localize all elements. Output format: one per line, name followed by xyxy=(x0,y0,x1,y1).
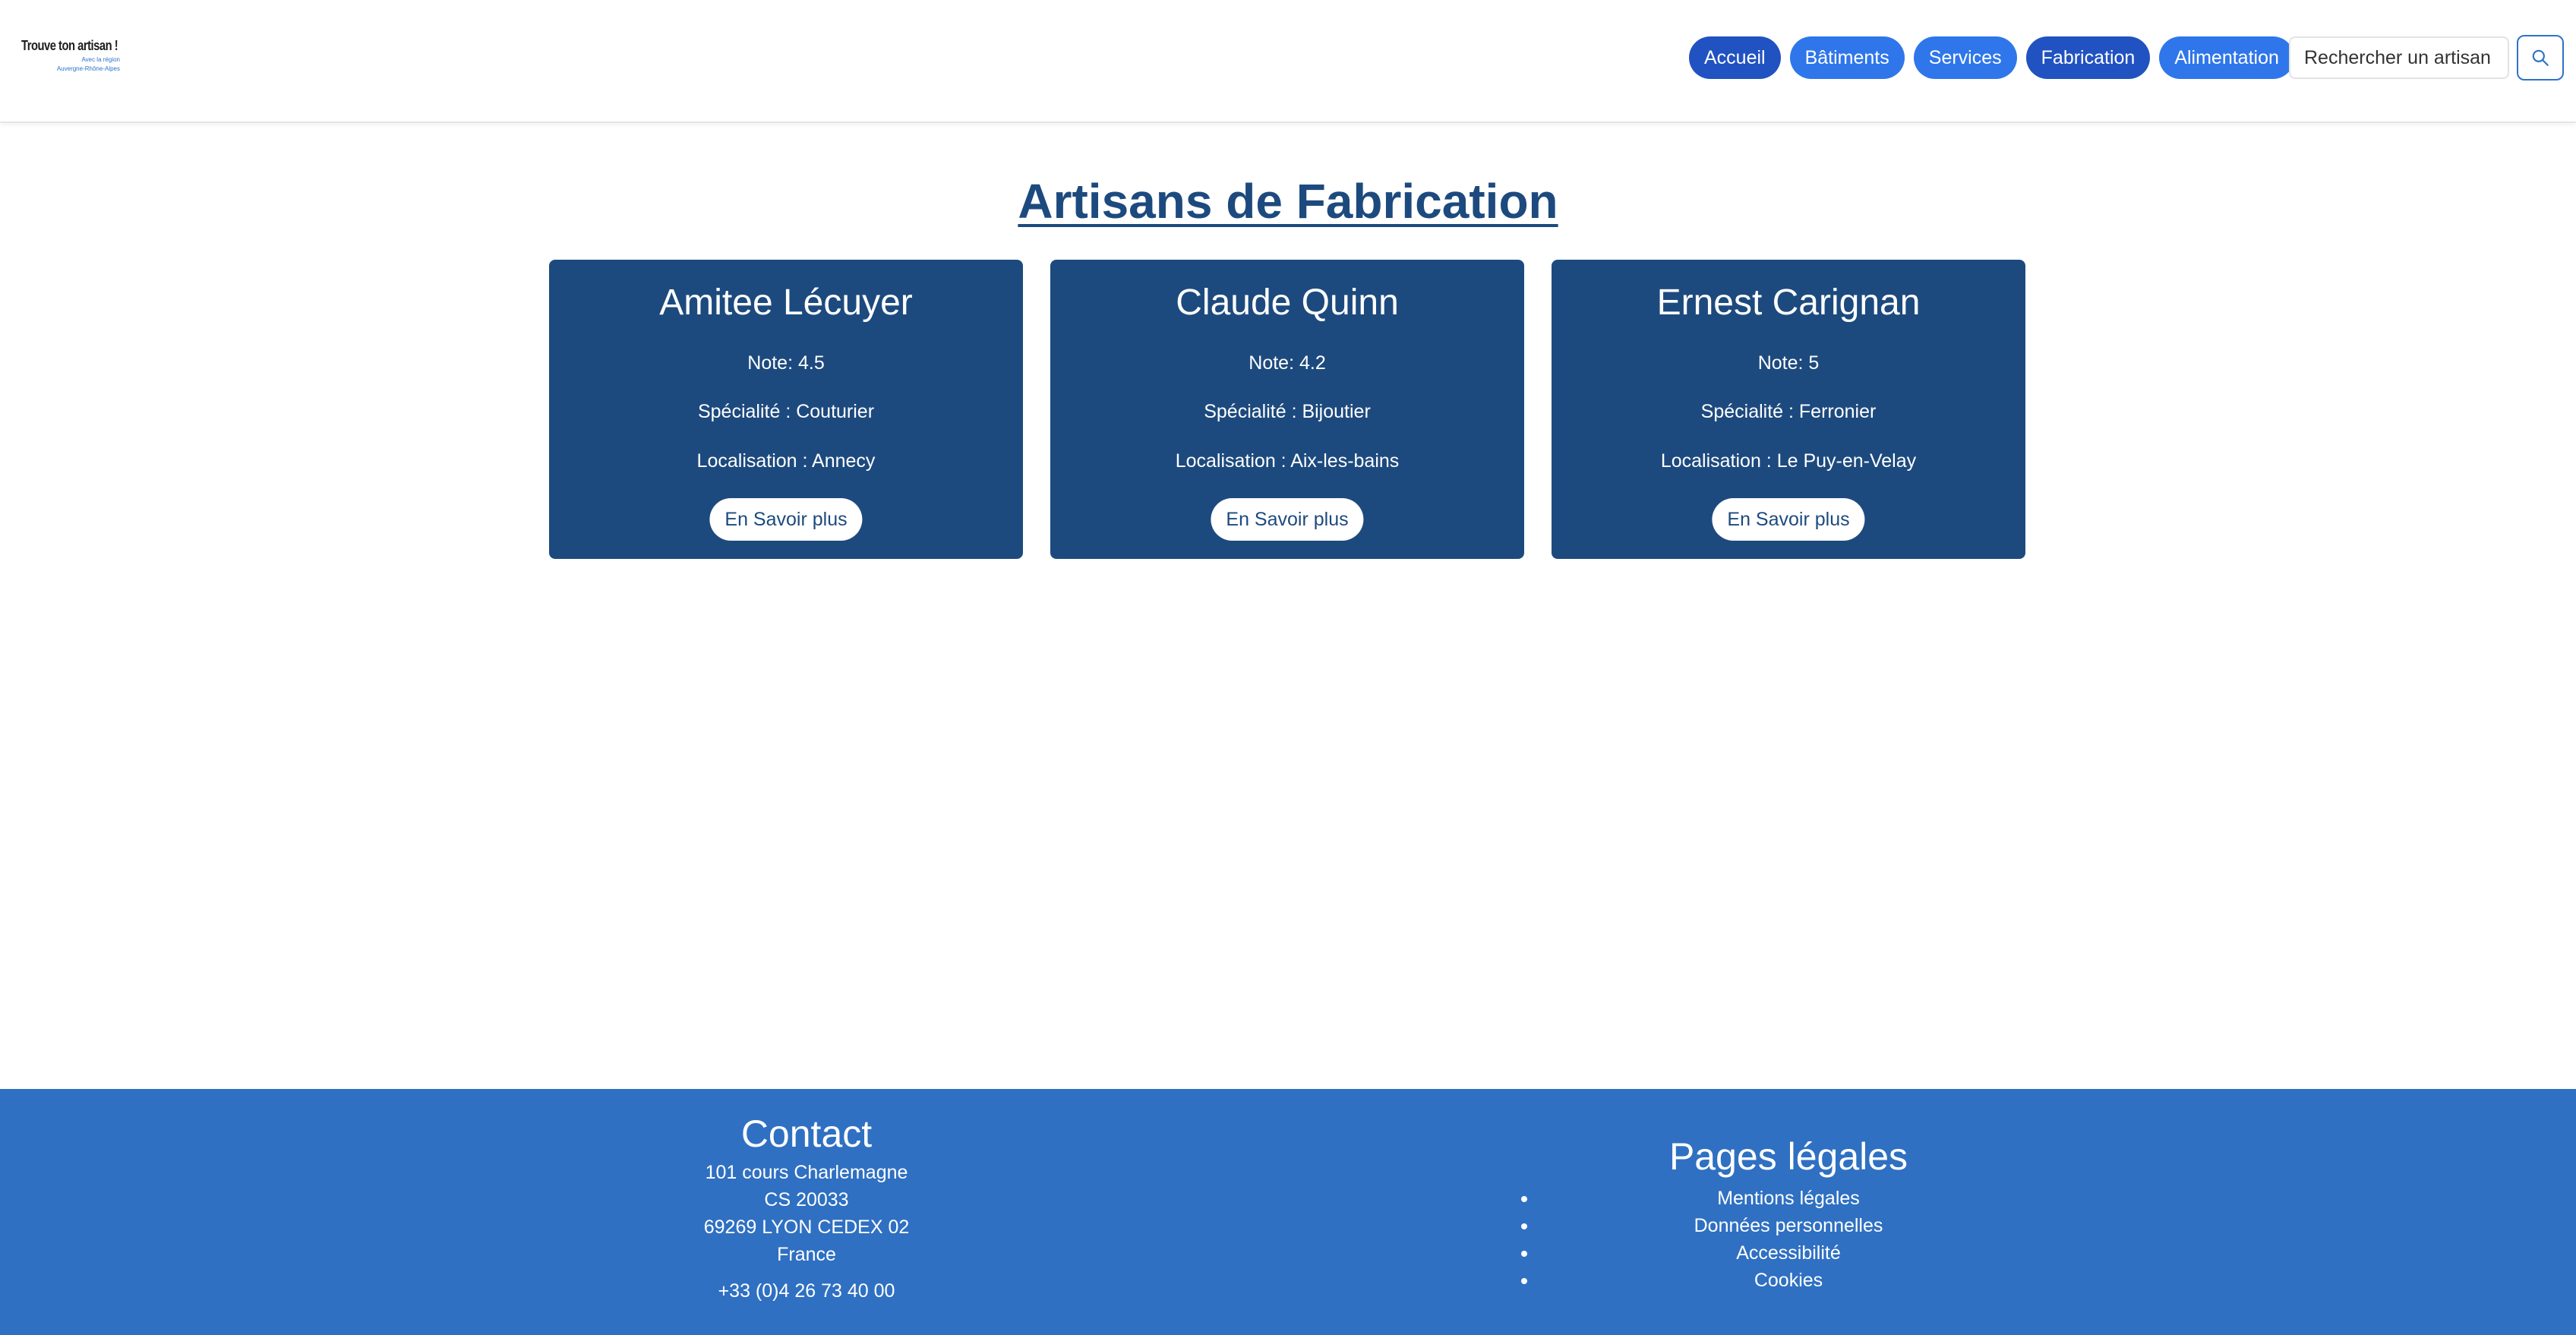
artisan-card: Amitee Lécuyer Note: 4.5 Spécialité : Co… xyxy=(549,260,1023,559)
artisan-card: Claude Quinn Note: 4.2 Spécialité : Bijo… xyxy=(1050,260,1524,559)
search-button[interactable] xyxy=(2517,35,2564,80)
contact-phone[interactable]: +33 (0)4 26 73 40 00 xyxy=(617,1277,996,1305)
site-logo[interactable]: Trouve ton artisan ! Avec la région Auve… xyxy=(21,38,120,77)
artisan-speciality: Spécialité : Couturier xyxy=(697,401,875,422)
legal-links-list: Mentions légales Données personnelles Ac… xyxy=(1521,1185,1978,1294)
legal-link-mentions[interactable]: Mentions légales xyxy=(1521,1185,1978,1212)
artisan-name: Amitee Lécuyer xyxy=(659,282,913,323)
artisan-card-list: Amitee Lécuyer Note: 4.5 Spécialité : Co… xyxy=(549,260,2025,559)
address-line: 69269 LYON CEDEX 02 xyxy=(703,1217,910,1238)
address-line: France xyxy=(777,1244,836,1265)
contact-title: Contact xyxy=(740,1112,873,1155)
artisan-note: Note: 4.2 xyxy=(1249,352,1326,374)
artisan-location: Localisation : Annecy xyxy=(696,450,876,472)
logo-subtitle-line-2: Auvergne-Rhône-Alpes xyxy=(56,65,120,72)
site-header: Trouve ton artisan ! Avec la région Auve… xyxy=(0,0,2576,123)
legal-link-cookies[interactable]: Cookies xyxy=(1521,1267,1978,1294)
search-input[interactable] xyxy=(2289,36,2509,79)
artisan-location: Localisation : Aix-les-bains xyxy=(1175,450,1400,472)
legal-pages-section: Pages légales Mentions légales Données p… xyxy=(1521,1131,1978,1294)
artisan-note: Note: 5 xyxy=(1757,352,1820,374)
contact-section: Contact 101 cours Charlemagne CS 20033 6… xyxy=(617,1109,996,1305)
artisan-name: Ernest Carignan xyxy=(1656,282,1921,323)
nav-item-services[interactable]: Services xyxy=(1913,36,2017,79)
address-line: CS 20033 xyxy=(764,1189,849,1210)
logo-title: Trouve ton artisan ! xyxy=(21,38,118,53)
artisan-name: Claude Quinn xyxy=(1176,282,1399,323)
search-icon xyxy=(2532,49,2549,66)
more-info-button[interactable]: En Savoir plus xyxy=(1712,498,1865,541)
artisan-location: Localisation : Le Puy-en-Velay xyxy=(1660,450,1917,472)
legal-link-donnees[interactable]: Données personnelles xyxy=(1521,1212,1978,1239)
address-line: 101 cours Charlemagne xyxy=(705,1162,908,1183)
more-info-button[interactable]: En Savoir plus xyxy=(1211,498,1364,541)
nav-item-batiments[interactable]: Bâtiments xyxy=(1789,36,1905,79)
logo-subtitle-line-1: Avec la région xyxy=(81,56,120,63)
nav-item-accueil[interactable]: Accueil xyxy=(1689,36,1781,79)
artisan-card: Ernest Carignan Note: 5 Spécialité : Fer… xyxy=(1552,260,2025,559)
site-footer: Contact 101 cours Charlemagne CS 20033 6… xyxy=(0,1089,2576,1335)
nav-item-fabrication[interactable]: Fabrication xyxy=(2025,36,2151,79)
main-nav: Accueil Bâtiments Services Fabrication A… xyxy=(1689,36,2294,79)
legal-pages-title: Pages légales xyxy=(1668,1135,1908,1178)
page-title: Artisans de Fabrication xyxy=(1018,174,1558,229)
artisan-speciality: Spécialité : Ferronier xyxy=(1700,401,1877,422)
artisan-note: Note: 4.5 xyxy=(747,352,825,374)
artisan-speciality: Spécialité : Bijoutier xyxy=(1204,401,1371,422)
more-info-button[interactable]: En Savoir plus xyxy=(709,498,863,541)
legal-link-accessibilite[interactable]: Accessibilité xyxy=(1521,1239,1978,1267)
nav-item-alimentation[interactable]: Alimentation xyxy=(2159,36,2294,79)
